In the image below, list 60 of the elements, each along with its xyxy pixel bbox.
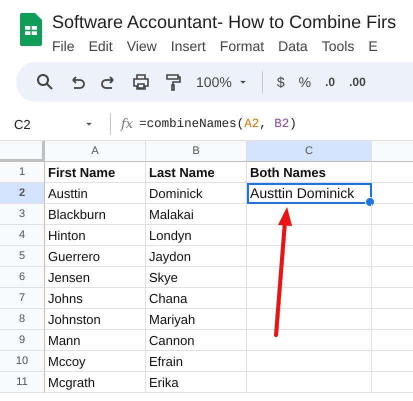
- row-header[interactable]: 5: [0, 246, 45, 267]
- zoom-select[interactable]: 100%: [196, 74, 232, 90]
- document-title[interactable]: Software Accountant- How to Combine Firs: [52, 12, 396, 32]
- table-cell: Mcgrath: [45, 372, 146, 393]
- table-cell: Johns: [45, 288, 146, 309]
- table-cell: First Name: [45, 162, 146, 183]
- row-header[interactable]: 3: [0, 204, 45, 225]
- print-icon[interactable]: [132, 73, 150, 91]
- table-cell: Both Names: [247, 162, 372, 183]
- table-cell: Malakai: [146, 204, 247, 225]
- paint-roller-icon[interactable]: [164, 73, 182, 91]
- row-header[interactable]: 10: [0, 351, 45, 372]
- row-header[interactable]: 8: [0, 309, 45, 330]
- table-cell: Efrain: [146, 351, 247, 372]
- row-header[interactable]: 1: [0, 162, 45, 183]
- table-cell: Guerrero: [45, 246, 146, 267]
- column-header[interactable]: A: [45, 141, 146, 162]
- currency-format-button[interactable]: $: [276, 74, 285, 90]
- table-cell: Skye: [146, 267, 247, 288]
- sheets-logo-icon: [20, 13, 42, 46]
- formula-input[interactable]: =combineNames(A2, B2): [139, 117, 297, 131]
- column-header[interactable]: B: [146, 141, 247, 162]
- percent-format-button[interactable]: %: [298, 74, 312, 90]
- menu-item[interactable]: Tools: [322, 38, 354, 54]
- fx-icon: fx: [121, 116, 134, 132]
- row-header[interactable]: 4: [0, 225, 45, 246]
- table-cell: Mariyah: [146, 309, 247, 330]
- table-cell: Hinton: [45, 225, 146, 246]
- table-cell: Last Name: [146, 162, 247, 183]
- menu-item[interactable]: Edit: [88, 38, 113, 54]
- name-box[interactable]: C2: [0, 116, 84, 132]
- table-cell: Blackburn: [45, 204, 146, 225]
- column-header[interactable]: C: [247, 141, 372, 162]
- table-cell: Chana: [146, 288, 247, 309]
- table-cell: Johnston: [45, 309, 146, 330]
- row-header[interactable]: 6: [0, 267, 45, 288]
- menu-item[interactable]: Data: [278, 38, 308, 54]
- table-cell: Austtin: [45, 183, 146, 204]
- row-header[interactable]: 11: [0, 372, 45, 393]
- decrease-decimals-button[interactable]: .0: [325, 75, 336, 89]
- table-cell: Jensen: [45, 267, 146, 288]
- table-cell: Londyn: [146, 225, 247, 246]
- menu-item[interactable]: View: [126, 38, 157, 54]
- fill-handle[interactable]: [365, 197, 375, 207]
- menu-item[interactable]: Format: [220, 38, 264, 54]
- search-icon[interactable]: [36, 73, 54, 91]
- menu-item[interactable]: File: [52, 38, 75, 54]
- table-cell: Jaydon: [146, 246, 247, 267]
- table-cell: Cannon: [146, 330, 247, 351]
- menu-item[interactable]: Insert: [170, 38, 206, 54]
- table-cell: Dominick: [146, 183, 247, 204]
- menu-item[interactable]: E: [368, 38, 378, 54]
- increase-decimals-button[interactable]: .00: [349, 75, 366, 89]
- table-cell: Mccoy: [45, 351, 146, 372]
- table-cell: Austtin Dominick: [247, 183, 372, 204]
- row-header[interactable]: 9: [0, 330, 45, 351]
- row-header[interactable]: 2: [0, 183, 45, 204]
- row-header[interactable]: 7: [0, 288, 45, 309]
- table-cell: Mann: [45, 330, 146, 351]
- table-cell: Erika: [146, 372, 247, 393]
